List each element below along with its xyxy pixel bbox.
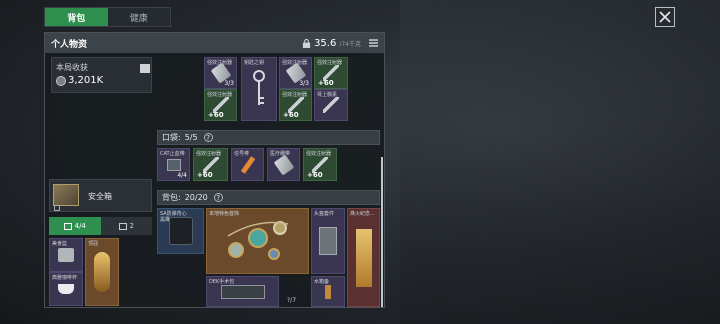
- earnings-box: 本局收获 3,201K: [51, 57, 152, 93]
- lock-icon: [54, 205, 60, 211]
- item-label: 医疗绷带: [270, 151, 291, 157]
- background-scene: [400, 0, 720, 324]
- item-slot[interactable]: 美食篮: [49, 238, 83, 272]
- item-slot[interactable]: 强效注射器 3/3: [279, 57, 312, 89]
- item-label: 顶冠: [88, 241, 99, 247]
- item-slot[interactable]: 顶冠: [85, 238, 119, 306]
- menu-icon[interactable]: [369, 39, 378, 47]
- inventory-panel: 个人物资 35.6 /74千克 本局收获 3,201K 安全箱 4/4 2 美食…: [44, 32, 385, 308]
- tab-backpack[interactable]: 背包: [45, 8, 108, 26]
- backpack-header: 背包: 20/20 ?: [157, 190, 380, 205]
- item-slot[interactable]: 钥匙之钥: [241, 57, 277, 121]
- key-icon: [253, 70, 265, 105]
- case-icon: [63, 222, 72, 230]
- tab-health[interactable]: 健康: [108, 8, 171, 26]
- weight-icon: [302, 38, 311, 48]
- pocket-title: 口袋:: [162, 133, 181, 142]
- item-slot[interactable]: 医疗绷带: [267, 148, 300, 181]
- earnings-label: 本局收获: [56, 63, 88, 72]
- coin-icon: [56, 76, 66, 86]
- tourniquet-icon: [166, 158, 181, 171]
- jewelry-icon: [227, 221, 288, 260]
- item-label: 典雅咖啡杯: [52, 275, 78, 281]
- safebox-label: 安全箱: [88, 192, 112, 201]
- crown-icon: [94, 252, 110, 292]
- basket-icon: [58, 248, 74, 262]
- item-slot[interactable]: 强效注射器 +60: [279, 89, 312, 121]
- item-count: 4/4: [177, 172, 187, 179]
- item-label: 钥匙之钥: [244, 60, 265, 66]
- subtab-case-count: 4/4: [74, 222, 86, 230]
- item-heal-value: +60: [318, 79, 334, 87]
- surgery-kit-icon: [220, 284, 265, 299]
- panel-title: 个人物资: [51, 39, 88, 50]
- helmet-kit-icon: [319, 227, 337, 255]
- item-slot[interactable]: 头盔套件: [311, 208, 345, 274]
- item-slot[interactable]: 强效注射器 +60: [204, 89, 237, 121]
- tank-part-icon: [325, 284, 331, 299]
- backpack-count: 20/20: [184, 193, 208, 202]
- item-heal-value: +60: [208, 111, 224, 119]
- item-slot[interactable]: 本地特色首饰: [206, 208, 309, 274]
- help-icon[interactable]: ?: [203, 133, 213, 142]
- subtab-case[interactable]: 4/4: [49, 217, 101, 235]
- flare-icon: [240, 155, 255, 174]
- panel-header: 个人物资 35.6 /74千克: [45, 33, 384, 53]
- backpack-title: 背包:: [162, 193, 181, 202]
- inventory-scroll-area[interactable]: 强效注射器 3/3 钥匙之钥 强效注射器 3/3 强效注射器 +60 强效注射器: [157, 57, 383, 307]
- item-label: CAT止血带: [160, 151, 185, 157]
- earnings-menu-icon[interactable]: [140, 64, 150, 73]
- item-label: 信号棒: [234, 151, 250, 157]
- item-slot[interactable]: 强效注射器 +60: [193, 148, 228, 181]
- item-slot[interactable]: 强效注射器 +60: [314, 57, 348, 89]
- subtab-box-count: 2: [129, 222, 134, 230]
- item-slot[interactable]: 信号棒: [231, 148, 264, 181]
- close-button[interactable]: [655, 7, 675, 27]
- close-icon: [659, 11, 671, 23]
- item-slot[interactable]: 肾上腺素: [314, 89, 348, 121]
- pocket-header: 口袋: 5/5 ?: [157, 130, 380, 145]
- earnings-value: 3,201K: [68, 75, 104, 86]
- item-label: 烽火纪念...: [350, 211, 375, 217]
- subtab-box[interactable]: 2: [100, 217, 152, 235]
- item-slot[interactable]: 典雅咖啡杯: [49, 272, 83, 306]
- item-heal-value: +60: [307, 171, 323, 179]
- weight-value: 35.6: [314, 37, 337, 49]
- item-slot[interactable]: 强效注射器 +60: [303, 148, 337, 181]
- scrollbar[interactable]: [381, 157, 383, 307]
- item-label: 头盔套件: [314, 211, 335, 217]
- item-label: 美食篮: [52, 241, 68, 247]
- box-icon: [118, 222, 127, 230]
- injector-icon: [323, 97, 339, 113]
- top-tabs: 背包 健康: [44, 7, 171, 27]
- weight-indicator: 35.6 /74千克: [302, 38, 378, 49]
- item-count: ?/7: [287, 297, 297, 304]
- item-count: 3/3: [224, 80, 234, 87]
- cup-icon: [58, 284, 74, 294]
- item-count: 3/3: [299, 80, 309, 87]
- safebox-subtabs: 4/4 2: [49, 217, 152, 235]
- safebox-items: 美食篮 顶冠 典雅咖啡杯: [49, 238, 121, 306]
- item-heal-value: +60: [197, 171, 213, 179]
- item-slot[interactable]: SA防弹背心 黑鹰: [157, 208, 204, 254]
- trophy-icon: [355, 228, 372, 287]
- item-slot[interactable]: CAT止血带 4/4: [157, 148, 190, 181]
- weight-capacity: /74千克: [339, 40, 361, 48]
- item-heal-value: +60: [283, 111, 299, 119]
- item-slot[interactable]: DEK手术包: [206, 276, 279, 307]
- item-slot[interactable]: 强效注射器 3/3: [204, 57, 237, 89]
- help-icon[interactable]: ?: [213, 193, 223, 202]
- item-slot[interactable]: 烽火纪念...: [347, 208, 380, 307]
- pocket-count: 5/5: [184, 133, 198, 142]
- safebox[interactable]: 安全箱: [49, 179, 152, 212]
- vest-icon: [168, 217, 193, 245]
- item-slot[interactable]: 水箱备: [311, 276, 345, 307]
- bandage-icon: [273, 153, 294, 176]
- safebox-icon: [53, 184, 79, 206]
